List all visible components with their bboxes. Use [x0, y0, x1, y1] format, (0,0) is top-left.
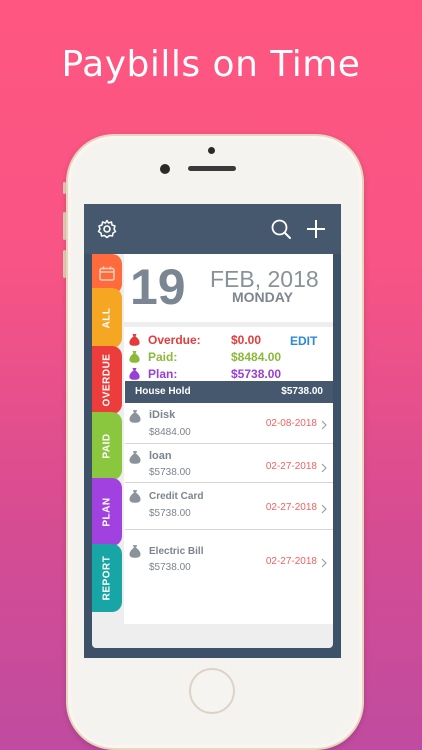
bill-row[interactable]: Credit Card $5738.00 02-27-2018: [125, 483, 333, 530]
group-total: $5738.00: [281, 386, 323, 397]
bill-due-date: 02-27-2018: [265, 502, 317, 513]
bill-amount: $5738.00: [149, 467, 191, 478]
bill-due-date: 02-27-2018: [265, 556, 317, 567]
money-bag-icon: [129, 544, 141, 563]
bill-row[interactable]: iDisk $8484.00 02-08-2018: [125, 403, 333, 444]
chevron-right-icon: [321, 417, 327, 435]
tab-all-label: ALL: [101, 307, 113, 329]
overdue-value: $0.00: [231, 333, 262, 347]
summary-paid: Paid: $8484.00: [124, 349, 333, 365]
bill-name: loan: [149, 450, 172, 462]
gear-icon[interactable]: [96, 218, 118, 240]
tab-overdue[interactable]: OVERDUE: [92, 346, 122, 414]
chevron-right-icon: [321, 460, 327, 478]
group-header[interactable]: House Hold $5738.00: [125, 381, 333, 403]
tab-paid[interactable]: PAID: [92, 412, 122, 480]
overdue-label: Overdue:: [148, 333, 201, 347]
date-weekday: MONDAY: [232, 289, 293, 305]
date-day: 19: [130, 259, 186, 315]
bill-row[interactable]: loan $5738.00 02-27-2018: [125, 444, 333, 483]
paid-label: Paid:: [148, 350, 178, 364]
tab-paid-label: PAID: [101, 433, 113, 459]
tab-all[interactable]: ALL: [92, 288, 122, 348]
chevron-right-icon: [321, 555, 327, 573]
money-bag-icon: [129, 489, 141, 508]
bill-name: Credit Card: [149, 491, 204, 502]
tab-report[interactable]: REPORT: [92, 544, 122, 612]
app-screen: ALL OVERDUE PAID PLAN REPORT 19 FEB, 201…: [84, 204, 341, 658]
paid-value: $8484.00: [231, 350, 282, 364]
headline: Paybills on Time: [61, 44, 361, 85]
bill-name: Electric Bill: [149, 546, 204, 557]
calendar-icon: [99, 266, 115, 286]
content-panel: ALL OVERDUE PAID PLAN REPORT 19 FEB, 201…: [92, 254, 333, 648]
tab-overdue-label: OVERDUE: [101, 353, 113, 407]
money-bag-icon: [129, 409, 141, 428]
search-icon[interactable]: [270, 218, 292, 240]
chevron-right-icon: [321, 501, 327, 519]
tab-plan[interactable]: PLAN: [92, 478, 122, 546]
phone-speaker: [188, 166, 236, 171]
plus-icon[interactable]: [305, 218, 327, 240]
bills-card: 19 FEB, 2018 MONDAY Overdue: $0.00 EDIT …: [124, 254, 333, 624]
plan-value: $5738.00: [231, 367, 282, 381]
phone-camera: [160, 164, 170, 174]
bill-name: iDisk: [149, 409, 176, 421]
phone-home-button[interactable]: [189, 668, 235, 714]
bill-row[interactable]: Electric Bill $5738.00 02-27-2018: [125, 530, 333, 600]
plan-label: Plan:: [148, 367, 178, 381]
summary-plan: Plan: $5738.00: [124, 366, 333, 382]
bill-amount: $8484.00: [149, 427, 191, 438]
bill-amount: $5738.00: [149, 508, 191, 519]
summary-divider: [124, 322, 333, 327]
money-bag-icon: [129, 450, 141, 469]
bill-due-date: 02-08-2018: [265, 418, 317, 429]
tab-report-label: REPORT: [101, 555, 113, 601]
edit-button[interactable]: EDIT: [290, 334, 317, 348]
tab-plan-label: PLAN: [101, 497, 113, 527]
money-bag-icon: [129, 333, 140, 349]
money-bag-icon: [129, 350, 140, 366]
app-toolbar: [84, 204, 341, 254]
group-title: House Hold: [135, 386, 191, 397]
phone-sensor: [208, 147, 215, 154]
bill-due-date: 02-27-2018: [265, 461, 317, 472]
bill-amount: $5738.00: [149, 562, 191, 573]
